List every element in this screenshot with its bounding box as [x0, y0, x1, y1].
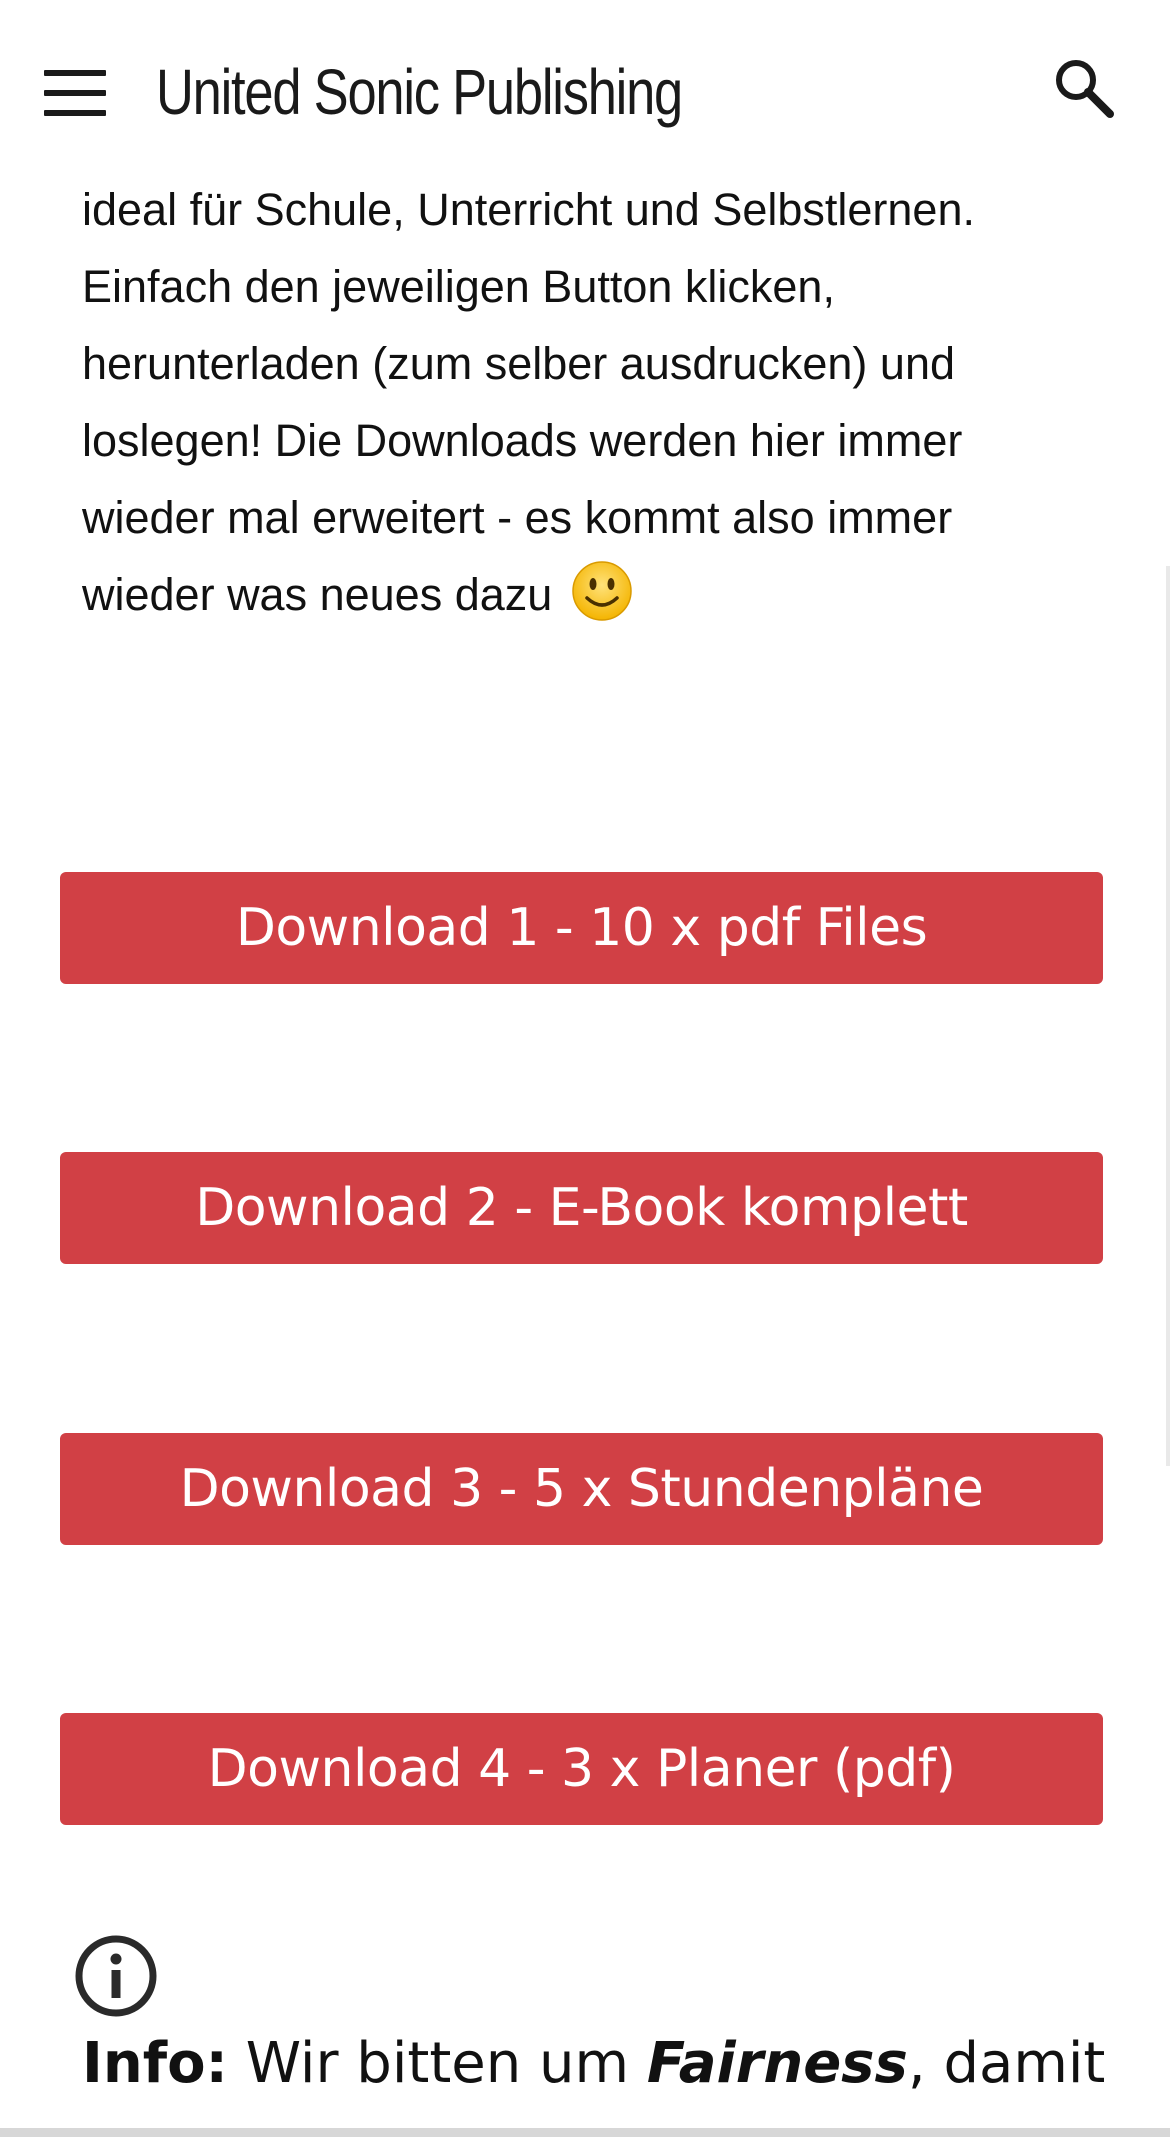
info-text-before: Wir bitten um — [245, 2031, 630, 2096]
scrollbar-track[interactable] — [1166, 566, 1170, 1466]
intro-line: herunterladen (zum selber ausdrucken) un… — [82, 338, 955, 389]
bottom-divider — [0, 2128, 1170, 2137]
info-text-after: , damit — [907, 2031, 1106, 2096]
download-button-2[interactable]: Download 2 - E-Book komplett — [60, 1152, 1103, 1264]
intro-line: loslegen! Die Downloads werden hier imme… — [82, 415, 963, 466]
search-icon — [1056, 60, 1114, 118]
intro-line: Einfach den jeweiligen Button klicken, — [82, 261, 835, 312]
intro-line: wieder mal erweitert - es kommt also imm… — [82, 492, 953, 543]
info-label: Info: — [82, 2031, 228, 2096]
download-button-3[interactable]: Download 3 - 5 x Stundenpläne — [60, 1433, 1103, 1545]
menu-button[interactable] — [44, 70, 108, 116]
intro-line-last: wieder was neues dazu — [82, 556, 1102, 633]
hamburger-menu-icon — [44, 70, 106, 76]
download-button-1[interactable]: Download 1 - 10 x pdf Files — [60, 872, 1103, 984]
info-emphasis: Fairness — [646, 2031, 908, 2096]
info-text: Info: Wir bitten um Fairness, damit — [82, 2022, 1142, 2106]
search-button[interactable] — [1052, 56, 1116, 120]
site-title[interactable]: United Sonic Publishing — [156, 46, 683, 138]
intro-line: wieder was neues dazu — [82, 569, 553, 620]
site-header: United Sonic Publishing — [0, 0, 1170, 180]
info-circle-icon — [75, 1935, 157, 2017]
hamburger-menu-icon-line — [44, 90, 106, 96]
download-button-4[interactable]: Download 4 - 3 x Planer (pdf) — [60, 1713, 1103, 1825]
smiley-face-icon — [572, 561, 632, 621]
intro-paragraph: ideal für Schule, Unterricht und Selbstl… — [82, 171, 1102, 633]
intro-line: ideal für Schule, Unterricht und Selbstl… — [82, 184, 975, 235]
hamburger-menu-icon-line — [44, 110, 106, 116]
